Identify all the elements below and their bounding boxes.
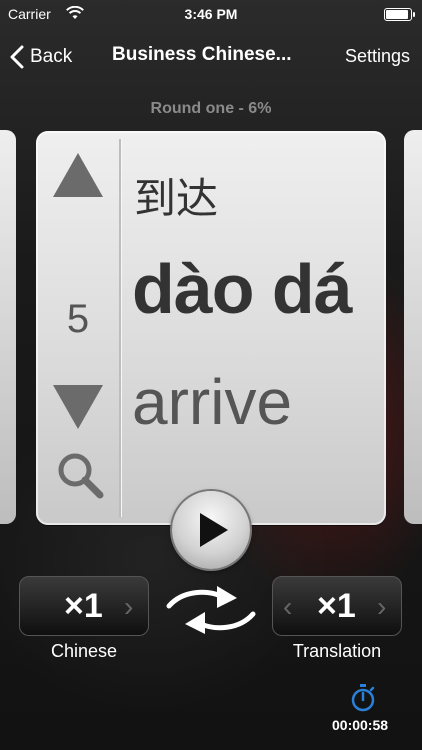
battery-icon <box>384 8 415 21</box>
swap-icon[interactable] <box>163 582 259 638</box>
translation-text: arrive <box>132 366 293 438</box>
translation-increase-chevron[interactable]: › <box>377 591 386 623</box>
status-bar: Carrier 3:46 PM <box>0 0 422 30</box>
card-count: 5 <box>66 297 90 341</box>
down-arrow-icon[interactable] <box>51 383 105 431</box>
navigation-bar: Back Business Chinese... Settings <box>0 30 422 84</box>
back-button[interactable]: Back <box>10 43 72 71</box>
up-arrow-icon[interactable] <box>51 151 105 199</box>
flashcard[interactable]: 5 到达 dào dá arrive <box>36 131 386 525</box>
translation-multiplier: ×1 <box>317 587 356 625</box>
back-chevron-icon <box>10 45 24 69</box>
stopwatch-icon[interactable] <box>350 684 376 712</box>
settings-button[interactable]: Settings <box>345 46 410 67</box>
hanzi-text: 到达 <box>134 175 219 222</box>
clock: 3:46 PM <box>184 6 238 22</box>
pinyin-text: dào dá <box>132 250 353 328</box>
back-label: Back <box>30 46 73 67</box>
chinese-increase-chevron[interactable]: › <box>124 591 133 623</box>
next-card[interactable] <box>404 130 422 524</box>
play-icon <box>200 513 228 547</box>
chinese-repeat-control[interactable]: ×1 › <box>19 576 149 636</box>
magnifier-icon[interactable] <box>56 451 104 499</box>
translation-label: Translation <box>292 641 382 661</box>
previous-card[interactable] <box>0 130 16 524</box>
elapsed-timer: 00:00:58 <box>332 717 389 733</box>
play-button[interactable] <box>172 491 250 569</box>
chinese-multiplier: ×1 <box>64 587 103 625</box>
page-title: Business Chinese... <box>112 44 292 65</box>
translation-decrease-chevron[interactable]: ‹ <box>283 591 292 623</box>
translation-repeat-control[interactable]: ‹ ×1 › <box>272 576 402 636</box>
round-progress-label: Round one - 6% <box>150 100 272 117</box>
chinese-label: Chinese <box>50 641 118 661</box>
